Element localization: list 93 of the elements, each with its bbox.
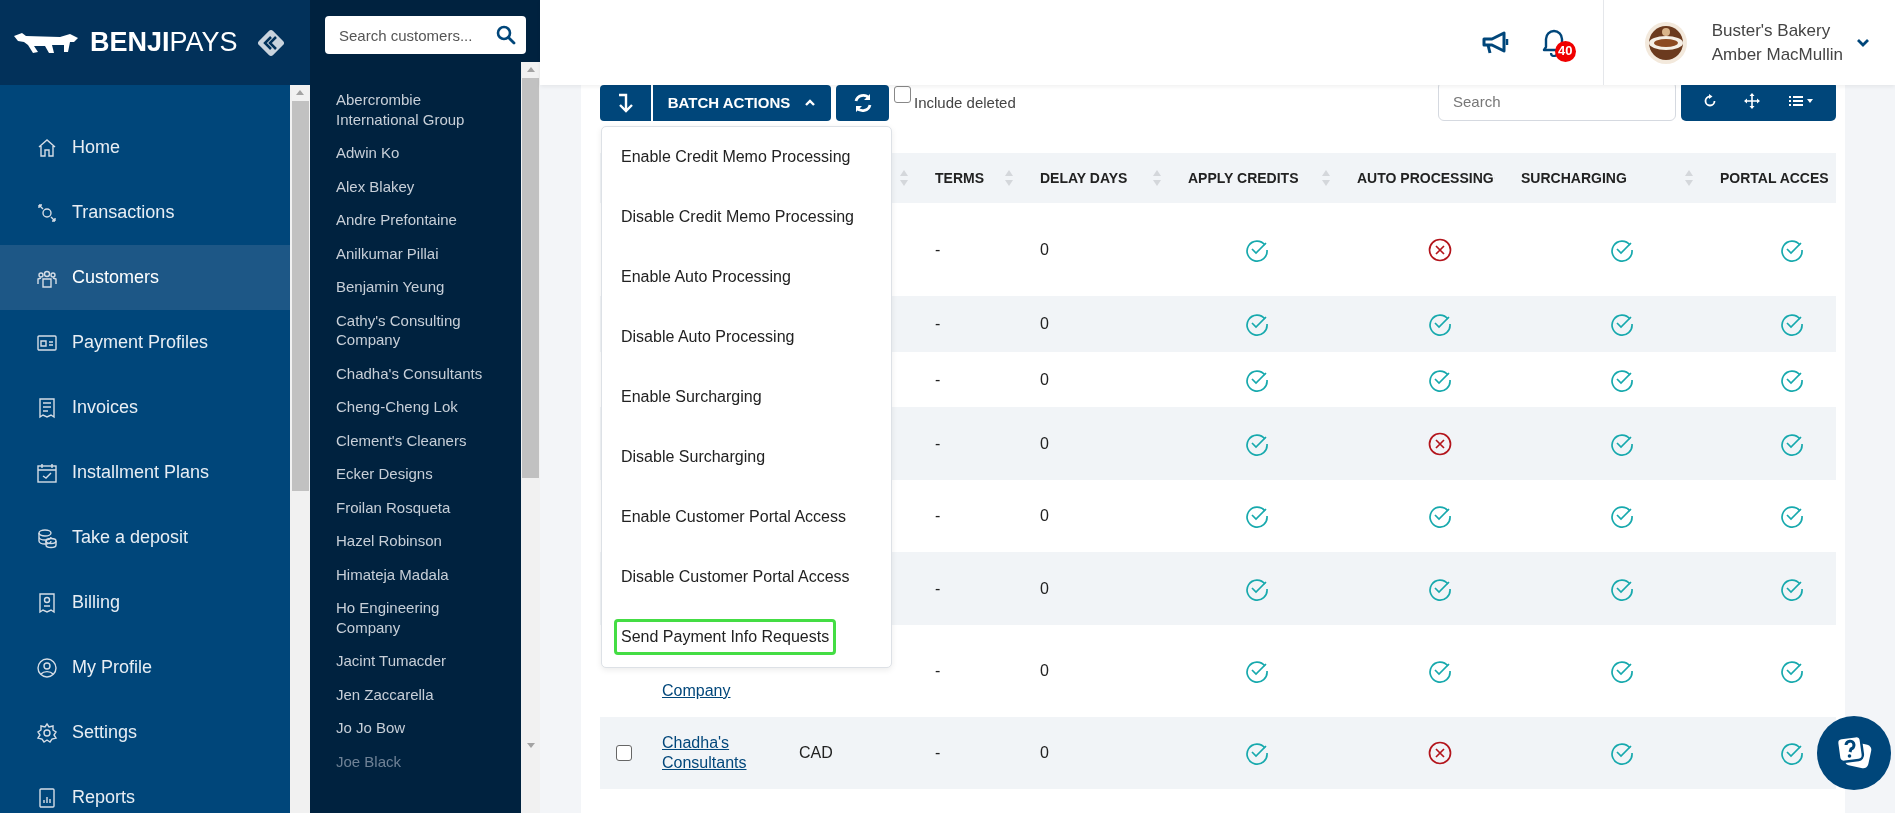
column-header[interactable]: PORTAL ACCES <box>1720 167 1829 189</box>
download-button[interactable] <box>600 85 651 121</box>
customer-link[interactable]: Andre Prefontaine <box>336 203 496 237</box>
customer-link[interactable]: Jen Zaccarella <box>336 677 496 711</box>
batch-actions-button[interactable]: BATCH ACTIONS <box>653 85 831 121</box>
nav-item[interactable]: My Profile <box>0 635 290 700</box>
column-header[interactable]: SURCHARGING <box>1521 167 1627 189</box>
table-cell-text: 0 <box>1040 433 1049 454</box>
move-icon[interactable] <box>1744 93 1761 109</box>
column-header[interactable]: AUTO PROCESSING <box>1357 167 1494 189</box>
settings-icon <box>36 721 58 744</box>
bill-icon <box>36 591 58 614</box>
customer-link[interactable]: Anilkumar Pillai <box>336 236 496 270</box>
customer-link[interactable]: Froilan Rosqueta <box>336 490 496 524</box>
coins-icon <box>36 526 58 549</box>
menu-item[interactable]: Send Payment Info Requests <box>614 619 837 655</box>
table-cell-text: - <box>935 506 941 526</box>
customer-link[interactable]: Alex Blakey <box>336 169 496 203</box>
nav-item[interactable]: Invoices <box>0 375 290 440</box>
customer-link[interactable]: Ecker Designs <box>336 457 496 491</box>
logo-text: PAYS <box>169 29 238 56</box>
menu-item[interactable]: Enable Auto Processing <box>614 259 798 295</box>
table-cell-text: 0 <box>1040 239 1049 260</box>
nav-item[interactable]: Customers <box>0 245 290 310</box>
table-cell-text: - <box>935 433 941 454</box>
customer-link[interactable]: Hazel Robinson <box>336 524 496 558</box>
customer-link[interactable]: Chadha's Consultants <box>336 356 496 390</box>
customer-link[interactable]: Himateja Madala <box>336 557 496 591</box>
menu-item[interactable]: Enable Surcharging <box>614 379 769 415</box>
sync-button[interactable] <box>836 85 889 121</box>
menu-item[interactable]: Disable Customer Portal Access <box>614 559 857 595</box>
customer-link[interactable]: Chadha's Consultants <box>662 733 787 773</box>
table-cell-text: 0 <box>1040 506 1049 526</box>
nav-item[interactable]: Home <box>0 115 290 180</box>
nav-item[interactable]: Installment Plans <box>0 440 290 505</box>
table-cell-text: - <box>935 661 941 681</box>
transfer-icon <box>36 201 58 224</box>
notification-badge: 40 <box>1554 40 1576 62</box>
search-icon[interactable] <box>496 25 516 45</box>
column-header[interactable]: DELAY DAYS <box>1040 167 1128 189</box>
customer-search-field[interactable]: Search customers... <box>325 16 526 54</box>
customer-link[interactable]: Abercrombie International Group <box>336 83 496 136</box>
table-cell-text: 0 <box>1040 314 1049 334</box>
home-icon <box>36 136 58 159</box>
business-name: Buster's Bakery <box>1711 19 1832 42</box>
checkbox[interactable] <box>616 745 632 761</box>
table-cell-text: - <box>935 369 941 390</box>
user-circle-icon <box>36 656 58 679</box>
table-cell-text: - <box>935 578 941 599</box>
table-cell-text: - <box>935 743 941 763</box>
menu-item[interactable]: Enable Customer Portal Access <box>614 499 853 535</box>
table-cell-text: 0 <box>1040 369 1049 390</box>
table-cell-text: CAD <box>799 743 833 763</box>
customer-link[interactable]: Clement's Cleaners <box>336 423 496 457</box>
customer-link[interactable]: Joe Black <box>336 744 496 778</box>
customer-link[interactable]: Adwin Ko <box>336 136 496 170</box>
logo-text: BENJI <box>90 29 170 56</box>
customer-link[interactable]: Cheng-Cheng Lok <box>336 390 496 424</box>
customer-link[interactable]: Jo Jo Bow <box>336 711 496 745</box>
bar-chart-icon <box>36 786 58 809</box>
nav-item[interactable]: Settings <box>0 700 290 765</box>
scrollbar-thumb[interactable] <box>291 101 309 491</box>
menu-item[interactable]: Disable Surcharging <box>614 439 773 475</box>
customer-link[interactable]: Cathy's Consulting Company <box>336 303 496 357</box>
table-cell-text: - <box>935 314 941 334</box>
customer-link[interactable]: Jacint Tumacder <box>336 644 496 678</box>
table-cell-text: 0 <box>1040 661 1049 681</box>
table-cell-text: 0 <box>1040 743 1049 763</box>
nav-item[interactable]: Reports <box>0 765 290 813</box>
list-columns-icon[interactable] <box>1788 95 1815 107</box>
nav-item[interactable]: Transactions <box>0 180 290 245</box>
scrollbar-thumb[interactable] <box>522 78 539 478</box>
checkbox[interactable] <box>894 86 911 103</box>
refresh-icon[interactable] <box>1702 94 1717 108</box>
nav-item[interactable]: Billing <box>0 570 290 635</box>
nav-item[interactable]: Payment Profiles <box>0 310 290 375</box>
table-cell-text: 0 <box>1040 578 1049 599</box>
column-header[interactable]: APPLY CREDITS <box>1188 167 1299 189</box>
user-name: Amber MacMullin <box>1711 43 1843 66</box>
menu-item[interactable]: Disable Credit Memo Processing <box>614 199 861 235</box>
nav-item[interactable]: Take a deposit <box>0 505 290 570</box>
receipt-icon <box>36 396 58 419</box>
chevron-down-icon[interactable] <box>1855 36 1871 49</box>
customer-link[interactable]: Ho Engineering Company <box>336 591 496 644</box>
avatar[interactable] <box>1643 20 1688 65</box>
checkbox-label: Include deleted <box>914 93 1016 113</box>
menu-item[interactable]: Disable Auto Processing <box>614 319 802 355</box>
customer-link[interactable]: Benjamin Yeung <box>336 270 496 304</box>
column-header[interactable]: TERMS <box>935 167 984 189</box>
customer-link[interactable]: Company <box>662 681 731 701</box>
table-cell-text: - <box>935 239 941 260</box>
menu-item[interactable]: Enable Credit Memo Processing <box>614 139 858 175</box>
calendar-icon <box>36 461 58 484</box>
